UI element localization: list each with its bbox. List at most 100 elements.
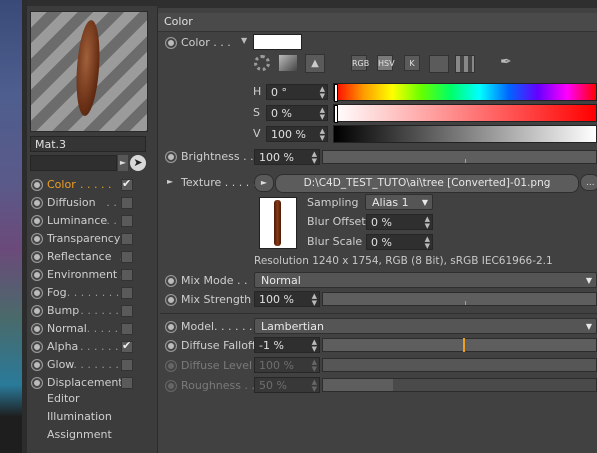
texture-load-button[interactable]: ... [580,174,597,191]
channel-enable-checkbox[interactable] [121,197,133,209]
channel-radio-icon[interactable] [31,287,43,299]
roughness-field[interactable]: 50 % ▲ ▼ [254,377,320,393]
channel-enable-checkbox[interactable] [121,251,133,263]
mix-strength-slider[interactable] [322,292,597,306]
sidebar-item-normal[interactable]: Normal . . . . . [27,321,152,337]
sampling-dropdown[interactable]: Alias 1 ▼ [365,194,433,210]
channel-radio-icon[interactable] [31,377,43,389]
brightness-slider[interactable] [322,150,597,164]
saturation-slider[interactable] [333,104,597,123]
blur-offset-label: Blur Offset [307,215,366,228]
rgb-mode-button[interactable]: RGB [351,55,369,71]
mix-strength-animate-radio[interactable] [165,294,177,306]
brightness-animate-radio[interactable] [165,151,177,163]
mix-mode-dropdown[interactable]: Normal ▼ [254,272,597,288]
h-field[interactable]: 0 ° ▲ ▼ [266,84,328,100]
texture-path-button[interactable]: D:\C4D_TEST_TUTO\ai\tree [Converted]-01.… [275,174,579,193]
channel-enable-checkbox[interactable] [121,359,133,371]
value-slider[interactable] [333,125,597,143]
color-swatch[interactable] [253,34,302,50]
roughness-slider[interactable] [322,378,597,392]
eyedropper-icon[interactable]: ✒ [500,54,512,70]
kelvin-mode-button[interactable]: K [404,55,420,71]
channel-enable-checkbox[interactable] [121,305,133,317]
channel-radio-icon[interactable] [31,341,43,353]
panel-header: Color [158,13,597,32]
channel-enable-checkbox[interactable] [121,377,133,389]
color-menu-arrow-icon[interactable]: ▼ [241,36,247,45]
model-dropdown[interactable]: Lambertian ▼ [254,318,597,334]
channel-enable-checkbox[interactable] [121,323,133,335]
mix-strength-field[interactable]: 100 % ▲ ▼ [254,291,320,307]
channel-enable-checkbox[interactable] [121,339,133,353]
texture-preview-thumbnail[interactable] [259,197,297,249]
material-name-field[interactable]: Mat.3 [30,136,146,152]
channel-radio-icon[interactable] [31,233,43,245]
channel-radio-icon[interactable] [31,197,43,209]
texture-resolution-text: Resolution 1240 x 1754, RGB (8 Bit), sRG… [254,255,553,267]
channel-radio-icon[interactable] [31,179,43,191]
v-field[interactable]: 100 % ▲ ▼ [266,126,328,142]
swatches-icon[interactable] [455,55,475,73]
viewport-strip [0,0,22,453]
hsv-mode-button[interactable]: HSV [377,55,395,71]
blur-scale-field[interactable]: 0 % ▲ ▼ [366,234,433,250]
channel-search-field[interactable] [30,155,117,171]
spectrum-icon[interactable] [279,55,297,71]
channel-enable-checkbox[interactable] [121,269,133,281]
mix-mode-animate-radio[interactable] [165,275,177,287]
channel-radio-icon[interactable] [31,359,43,371]
diffuse-falloff-handle[interactable] [463,338,465,352]
sidebar-item-luminance[interactable]: Luminance . . [27,213,152,229]
sidebar-item-transparency[interactable]: Transparency [27,231,152,247]
diffuse-level-label: Diffuse Level [181,359,253,372]
sidebar-item-bump[interactable]: Bump . . . . . . . [27,303,152,319]
sidebar-item-alpha[interactable]: Alpha . . . . . . . . [27,339,152,355]
channel-radio-icon[interactable] [31,323,43,335]
channel-enable-checkbox[interactable] [121,215,133,227]
diffuse-level-animate-radio[interactable] [165,360,177,372]
blur-offset-field[interactable]: 0 % ▲ ▼ [366,214,433,230]
sidebar-item-color[interactable]: Color . . . . . [27,177,152,193]
image-picker-icon[interactable]: ▲ [305,54,325,73]
diffuse-level-slider[interactable] [322,358,597,372]
channel-radio-icon[interactable] [31,305,43,317]
color-animate-radio[interactable] [165,37,177,49]
mixer-icon[interactable] [429,55,449,73]
sidebar-item-glow[interactable]: Glow . . . . . . . . [27,357,152,373]
roughness-animate-radio[interactable] [165,380,177,392]
sidebar-item-fog[interactable]: Fog . . . . . . . . [27,285,152,301]
channel-radio-icon[interactable] [31,251,43,263]
model-animate-radio[interactable] [165,321,177,333]
sidebar-item-illumination[interactable]: Illumination [47,410,112,423]
diffuse-falloff-slider[interactable] [322,338,597,352]
sidebar-item-reflectance[interactable]: Reflectance . . [27,249,152,265]
hue-slider-handle[interactable] [334,84,338,102]
diffuse-level-field[interactable]: 100 % ▲ ▼ [254,357,320,373]
brightness-field[interactable]: 100 % ▲ ▼ [254,149,320,165]
channel-enable-checkbox[interactable] [121,287,133,299]
sampling-label: Sampling [307,196,359,209]
sampling-chevron-down-icon: ▼ [421,198,428,207]
search-dropdown-arrow-icon[interactable]: ► [118,155,128,171]
sidebar-item-displacement[interactable]: Displacement [27,375,152,391]
texture-menu-button[interactable]: ► [254,174,274,192]
sidebar-item-diffusion[interactable]: Diffusion . . . . [27,195,152,211]
material-preview[interactable] [30,11,148,132]
diffuse-falloff-animate-radio[interactable] [165,340,177,352]
sidebar-item-leader-dots: . . [106,214,117,227]
channel-enable-checkbox[interactable] [121,177,133,191]
diffuse-falloff-field[interactable]: -1 % ▲ ▼ [254,337,320,353]
sidebar-item-editor[interactable]: Editor [47,392,80,405]
channel-enable-checkbox[interactable] [121,233,133,245]
s-field[interactable]: 0 % ▲ ▼ [266,105,328,121]
sidebar-item-environment[interactable]: Environment . . [27,267,152,283]
texture-expand-arrow-icon[interactable]: ► [167,177,173,186]
channel-radio-icon[interactable] [31,215,43,227]
pointer-pick-icon[interactable]: ➤ [130,155,146,171]
channel-radio-icon[interactable] [31,269,43,281]
color-wheel-icon[interactable] [254,55,270,71]
hue-slider[interactable] [333,83,597,102]
sidebar-item-assignment[interactable]: Assignment [47,428,112,441]
saturation-slider-handle[interactable] [334,105,338,123]
